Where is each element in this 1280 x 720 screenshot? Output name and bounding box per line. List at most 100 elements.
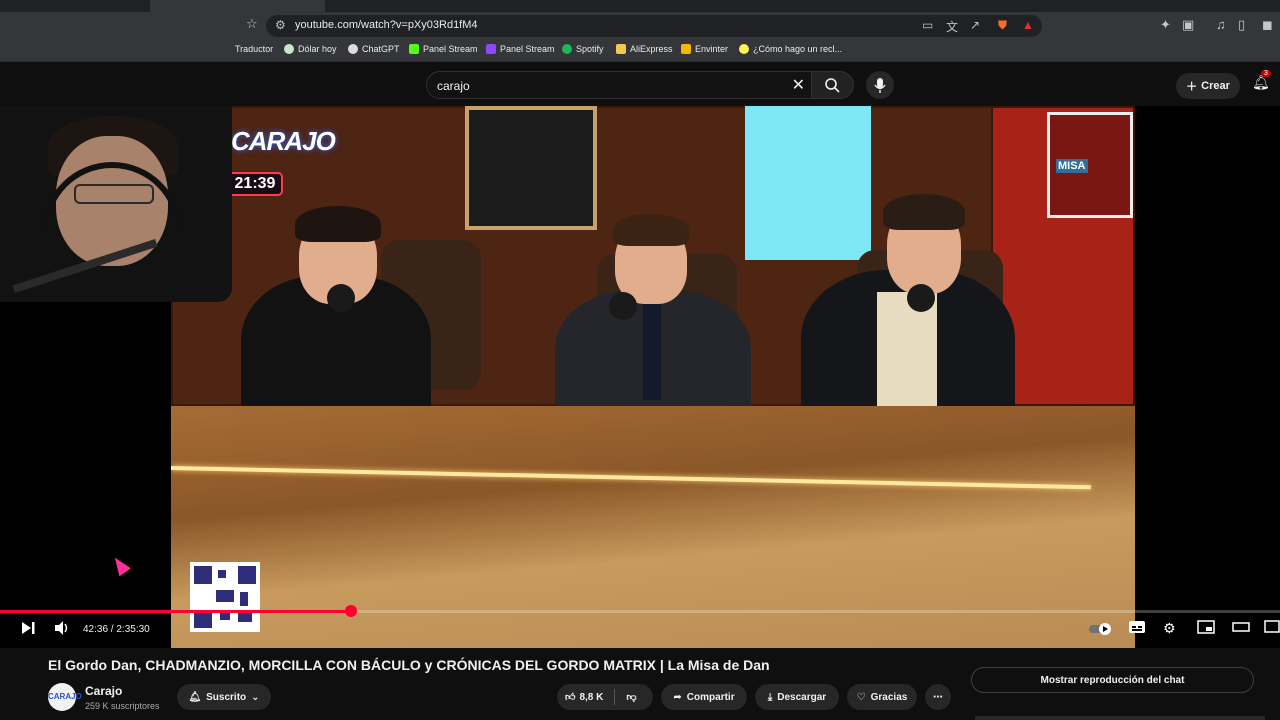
volume-button[interactable] (53, 620, 71, 639)
search-box[interactable]: ✕ (426, 71, 812, 99)
settings-button[interactable]: ⚙ (1163, 620, 1176, 637)
bookmark-aliexpress[interactable]: AliExpress (616, 44, 673, 54)
download-button[interactable]: ⤓ Descargar (755, 684, 839, 710)
panel-edge (975, 716, 1265, 720)
show-chat-replay-button[interactable]: Mostrar reproducción del chat (971, 667, 1254, 693)
thanks-button[interactable]: ♡ Gracias (847, 684, 917, 710)
tie (643, 290, 661, 400)
download-label: Descargar (777, 691, 827, 703)
voice-search-button[interactable] (866, 71, 894, 99)
bookmark-chatgpt[interactable]: ChatGPT (348, 44, 400, 54)
cast-icon[interactable]: ▭ (922, 18, 933, 32)
like-dislike-group: 👍︎ 8,8 K 👎︎ (557, 684, 653, 710)
bookmark-label: ¿Cómo hago un recl... (753, 44, 843, 54)
subtitles-button[interactable] (1128, 620, 1146, 637)
search-icon (825, 78, 840, 93)
like-count: 8,8 K (579, 691, 604, 703)
video-player[interactable]: MISA CARAJO 21:39 42:36 / 2:35:30 ⚙ (0, 106, 1280, 648)
url-text: youtube.com/watch?v=pXy03Rd1fM4 (295, 19, 478, 31)
bookmark-traductor[interactable]: Traductor (235, 44, 273, 54)
tab-active[interactable] (150, 0, 325, 12)
clear-search-icon[interactable]: ✕ (792, 75, 805, 95)
bookmark-spotify[interactable]: Spotify (562, 44, 604, 54)
cast-button[interactable] (1264, 620, 1280, 637)
more-actions-button[interactable]: ⋯ (925, 684, 951, 710)
browser-tab-strip (0, 0, 1280, 12)
search-button[interactable] (812, 71, 854, 99)
bookmark-label: Panel Stream (500, 44, 555, 54)
address-bar[interactable]: ⚙ youtube.com/watch?v=pXy03Rd1fM4 ▭ 文 ↗ … (266, 15, 1042, 37)
bookmark-dolar-hoy[interactable]: Dólar hoy (284, 44, 337, 54)
autoplay-toggle[interactable] (1088, 622, 1114, 638)
brave-rewards-icon[interactable]: ▲ (1022, 18, 1034, 32)
bookmark-label: Traductor (235, 44, 274, 54)
dislike-button[interactable]: 👎︎ (626, 691, 636, 703)
tab-1[interactable] (0, 0, 140, 12)
kick-icon (409, 44, 419, 54)
share-icon: ➦ (673, 691, 682, 703)
notifications-button[interactable]: 🔔︎ 3 (1252, 70, 1271, 91)
bell-icon: 🔔︎ (188, 691, 202, 703)
subtitles-icon (1129, 621, 1145, 633)
heart-icon: ♡ (856, 691, 866, 703)
microphone-right (907, 284, 935, 312)
carajo-logo: CARAJO (231, 126, 336, 156)
miniplayer-button[interactable] (1197, 620, 1215, 637)
video-frame[interactable]: MISA CARAJO 21:39 (171, 106, 1135, 648)
sidepanel-icon[interactable]: ▯ (1238, 17, 1245, 33)
next-button[interactable] (20, 620, 36, 639)
search-input[interactable] (437, 76, 777, 96)
twitch-icon (486, 44, 496, 54)
progress-bar[interactable] (0, 605, 1280, 617)
bookmark-panel-stream-kick[interactable]: Panel Stream (409, 44, 478, 54)
translate-page-icon[interactable]: 文 (946, 18, 958, 35)
create-button[interactable]: ＋ Crear (1176, 73, 1240, 99)
channel-name[interactable]: Carajo (85, 684, 122, 698)
progress-played (0, 610, 351, 613)
progress-scrubber[interactable] (344, 605, 357, 617)
browser-toolbar: ☆ ⚙ youtube.com/watch?v=pXy03Rd1fM4 ▭ 文 … (0, 12, 1280, 40)
bookmark-star-icon[interactable]: ☆ (246, 16, 258, 32)
screenshot-icon[interactable]: ▣ (1182, 17, 1194, 33)
share-icon[interactable]: ↗ (970, 18, 980, 32)
tab-3[interactable] (335, 0, 495, 12)
bookmark-label: Dólar hoy (298, 44, 337, 54)
plus-icon: ＋ (1186, 81, 1198, 93)
bookmark-envinter[interactable]: Envinter (681, 44, 728, 54)
thumbs-down-icon: 👎︎ (626, 692, 637, 703)
envinter-icon (681, 44, 691, 54)
like-button[interactable]: 👍︎ 8,8 K (565, 691, 604, 704)
profile-icon[interactable]: ◼ (1262, 17, 1273, 33)
brave-shield-icon[interactable]: ⛊ (998, 18, 1007, 33)
notification-badge: 3 (1261, 70, 1271, 77)
youtube-header: ✕ ＋Crear 🔔︎3 (0, 62, 1280, 106)
next-icon (22, 622, 35, 634)
video-title: El Gordo Dan, CHADMANZIO, MORCILLA CON B… (48, 657, 770, 673)
subscribed-button[interactable]: 🔔︎ Suscrito ⌄ (177, 684, 271, 710)
dollar-icon (284, 44, 294, 54)
microphone-left (327, 284, 355, 312)
media-icon[interactable]: ♫ (1216, 17, 1226, 32)
stream-clock: 21:39 (227, 172, 283, 196)
site-info-icon[interactable]: ⚙ (275, 18, 286, 32)
folder-icon (616, 44, 626, 54)
qr-code (190, 562, 260, 632)
cast-icon (1264, 620, 1280, 633)
bookmark-mercadolibre[interactable]: ¿Cómo hago un recl... (739, 44, 842, 54)
chatgpt-icon (348, 44, 358, 54)
chevron-down-icon: ⌄ (251, 691, 260, 703)
misa-poster: MISA (1047, 112, 1133, 218)
bookmark-label: AliExpress (630, 44, 673, 54)
share-button[interactable]: ➦ Compartir (661, 684, 747, 710)
current-time: 42:36 (83, 624, 109, 635)
extensions-icon[interactable]: ✦ (1160, 17, 1171, 33)
divider (614, 689, 616, 705)
mouse-cursor (109, 553, 131, 577)
theater-button[interactable] (1232, 620, 1250, 637)
streamer-webcam (0, 106, 232, 302)
channel-avatar[interactable]: CARAJO (48, 683, 82, 711)
bookmarks-bar: Traductor Dólar hoy ChatGPT Panel Stream… (0, 40, 1280, 62)
gear-icon: ⚙ (1163, 620, 1176, 636)
spotify-icon (562, 44, 572, 54)
bookmark-panel-stream-twitch[interactable]: Panel Stream (486, 44, 555, 54)
